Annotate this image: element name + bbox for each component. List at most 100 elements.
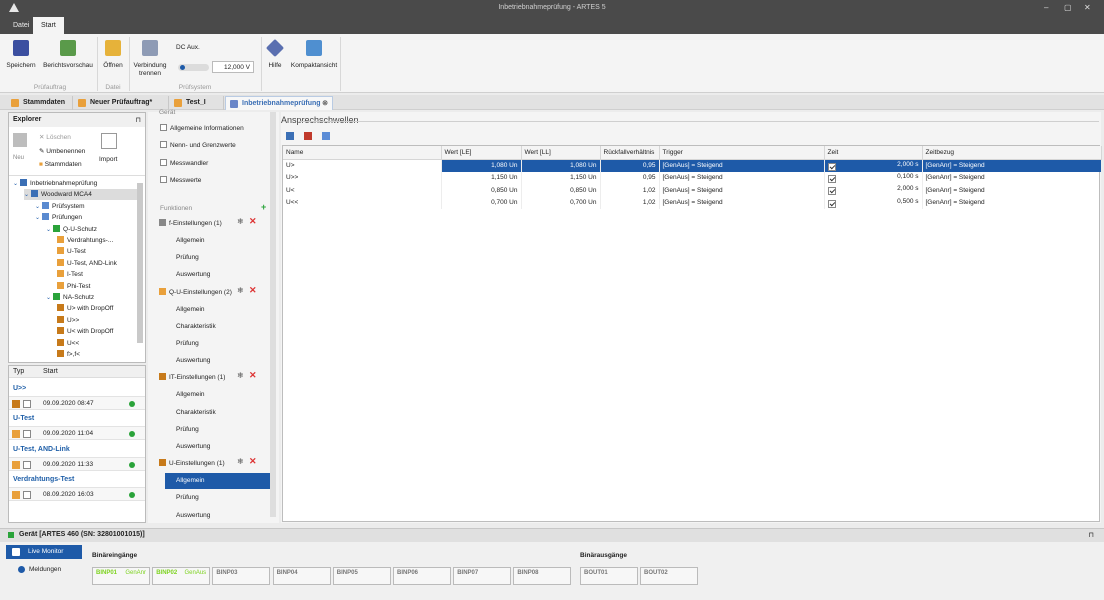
checkbox-checked-icon[interactable] (827, 162, 836, 171)
tree-item[interactable]: U>> (57, 315, 79, 326)
history-row[interactable]: 09.09.2020 11:04 (9, 426, 145, 441)
col-header[interactable]: Name (283, 146, 442, 160)
col-header[interactable]: Wert [LL] (521, 146, 601, 160)
function-header[interactable]: IT-Einstellungen (1) (159, 373, 225, 381)
history-row[interactable]: 09.09.2020 08:47 (9, 396, 145, 410)
col-header[interactable]: Wert [LE] (441, 146, 522, 160)
tree-item[interactable]: ⌄ Prüfsystem (35, 201, 85, 212)
close-tab-icon[interactable]: ⊗ (322, 97, 328, 111)
function-sub-item[interactable]: Charakteristik (165, 319, 270, 335)
nav-geraet-item[interactable]: Messwerte (160, 175, 201, 184)
disconnect-button[interactable]: Verbindung trennen (131, 40, 169, 78)
function-sub-item[interactable]: Allgemein (165, 302, 270, 318)
history-group-title[interactable]: Verdrahtungs-Test (13, 476, 74, 483)
tree-item[interactable]: ⌄ Q-U-Schutz (46, 224, 97, 235)
rename-button[interactable]: ✎ Umbenennen (39, 147, 85, 155)
expand-chevron-icon[interactable]: ⌄ (13, 181, 18, 187)
tree-item[interactable]: U> with DropOff (57, 303, 113, 314)
doc-tab-new-order[interactable]: Neuer Prüfauftrag* (74, 96, 169, 110)
function-sub-item[interactable]: Prüfung (165, 336, 270, 352)
function-sub-item[interactable]: Prüfung (165, 250, 270, 266)
history-group-title[interactable]: U>> (13, 385, 26, 392)
snowflake-icon[interactable]: ❄ (237, 371, 244, 380)
table-delete-icon[interactable] (304, 132, 312, 140)
tree-item[interactable]: ⌄ Woodward MCA4 (24, 189, 137, 201)
col-header[interactable]: Trigger (659, 146, 825, 160)
compact-view-button[interactable]: Kompaktansicht (290, 40, 338, 70)
dc-aux-toggle[interactable] (178, 64, 209, 71)
doc-tab-stammdaten[interactable]: Stammdaten (7, 96, 73, 110)
function-sub-item[interactable]: Auswertung (165, 267, 270, 283)
open-button[interactable]: Öffnen (100, 40, 126, 70)
history-row[interactable]: 08.09.2020 16:03 (9, 487, 145, 502)
col-header[interactable]: Zeitbezug (922, 146, 1102, 160)
doc-tab-test-i[interactable]: Test_I (170, 96, 224, 110)
checkbox-checked-icon[interactable] (827, 199, 836, 208)
nav-geraet-item[interactable]: Messwandler (160, 158, 208, 167)
history-group-title[interactable]: U-Test, AND-Link (13, 446, 70, 453)
function-sub-item[interactable]: Charakteristik (165, 405, 270, 421)
function-sub-item[interactable]: Allgemein (165, 473, 270, 490)
add-function-icon[interactable]: + (261, 202, 266, 212)
function-sub-item[interactable]: Auswertung (165, 439, 270, 455)
tree-scrollbar[interactable] (137, 183, 143, 343)
nav-geraet-item[interactable]: Nenn- und Grenzwerte (160, 141, 236, 149)
expand-chevron-icon[interactable]: ⌄ (35, 204, 40, 210)
tree-item[interactable]: ⌄ Inbetriebnahmeprüfung (13, 178, 97, 189)
table-row[interactable]: U< 0,850 Un 0,850 Un 1,02 [GenAus] = Steigen… (283, 184, 1102, 197)
function-sub-item[interactable]: Auswertung (165, 353, 270, 369)
function-sub-item[interactable]: Prüfung (165, 422, 270, 438)
tree-item[interactable]: I-Test (57, 269, 83, 280)
history-row[interactable]: 09.09.2020 11:33 (9, 456, 145, 471)
delete-function-icon[interactable]: ✕ (249, 285, 257, 296)
function-sub-item[interactable]: Allgemein (165, 387, 270, 403)
help-button[interactable]: Hilfe (264, 38, 286, 70)
import-icon[interactable] (101, 133, 117, 149)
minimize-button[interactable]: – (1044, 3, 1048, 12)
tree-item[interactable]: ⌄ Prüfungen (35, 212, 82, 223)
col-header[interactable]: Zeit (824, 146, 923, 160)
col-header[interactable]: Rückfallverhältnis (600, 146, 660, 160)
history-group-title[interactable]: U-Test (13, 415, 34, 422)
tree-item[interactable]: U-Test, AND-Link (57, 258, 117, 269)
tree-item[interactable]: U<< (57, 338, 79, 349)
expand-chevron-icon[interactable]: ⌄ (46, 227, 51, 233)
tree-item[interactable]: f>,f< (57, 349, 80, 360)
delete-function-icon[interactable]: ✕ (249, 456, 257, 467)
checkbox-checked-icon[interactable] (827, 187, 836, 196)
nav-geraet-item[interactable]: Allgemeine Informationen (160, 124, 244, 132)
tree-item[interactable]: ⌄ NA-Schutz (46, 292, 94, 303)
maximize-button[interactable]: ▢ (1064, 3, 1072, 12)
table-row[interactable]: U> 1,080 Un 1,080 Un 0,95 [GenAus] = Steigen… (283, 159, 1102, 172)
function-header[interactable]: U-Einstellungen (1) (159, 459, 225, 467)
tree-item[interactable]: Verdrahtungs-... (57, 235, 113, 246)
masterdata-button[interactable]: ■ Stammdaten (39, 161, 82, 168)
report-preview-button[interactable]: Berichtsvorschau (42, 40, 94, 70)
function-sub-item[interactable]: Auswertung (165, 508, 270, 524)
table-row[interactable]: U>> 1,150 Un 1,150 Un 0,95 [GenAus] = Steige… (283, 171, 1102, 184)
delete-function-icon[interactable]: ✕ (249, 216, 257, 227)
tab-start[interactable]: Start (33, 17, 64, 34)
function-sub-item[interactable]: Allgemein (165, 233, 270, 249)
device-pin-icon[interactable]: ⊓ (1089, 531, 1094, 539)
expand-chevron-icon[interactable]: ⌄ (46, 295, 51, 301)
snowflake-icon[interactable]: ❄ (237, 286, 244, 295)
snowflake-icon[interactable]: ❄ (237, 457, 244, 466)
pin-icon[interactable]: ⊓ (136, 116, 141, 124)
table-export-icon[interactable] (286, 132, 294, 140)
table-copy-icon[interactable] (322, 132, 330, 140)
delete-button[interactable]: ✕ Löschen (39, 133, 71, 141)
table-row[interactable]: U<< 0,700 Un 0,700 Un 1,02 [GenAus] = Steige… (283, 196, 1102, 209)
expand-chevron-icon[interactable]: ⌄ (24, 192, 29, 198)
tree-item[interactable]: Phi-Test (57, 281, 90, 292)
close-button[interactable]: ✕ (1084, 3, 1091, 12)
dc-voltage-field[interactable]: 12,000 V (212, 61, 254, 73)
snowflake-icon[interactable]: ❄ (237, 217, 244, 226)
tree-item[interactable]: U< with DropOff (57, 326, 113, 337)
save-button[interactable]: Speichern (6, 40, 36, 70)
tree-item[interactable]: U-Test (57, 246, 86, 257)
function-sub-item[interactable]: Prüfung (165, 490, 270, 506)
function-header[interactable]: Q-U-Einstellungen (2) (159, 287, 232, 296)
delete-function-icon[interactable]: ✕ (249, 370, 257, 381)
expand-chevron-icon[interactable]: ⌄ (35, 215, 40, 221)
